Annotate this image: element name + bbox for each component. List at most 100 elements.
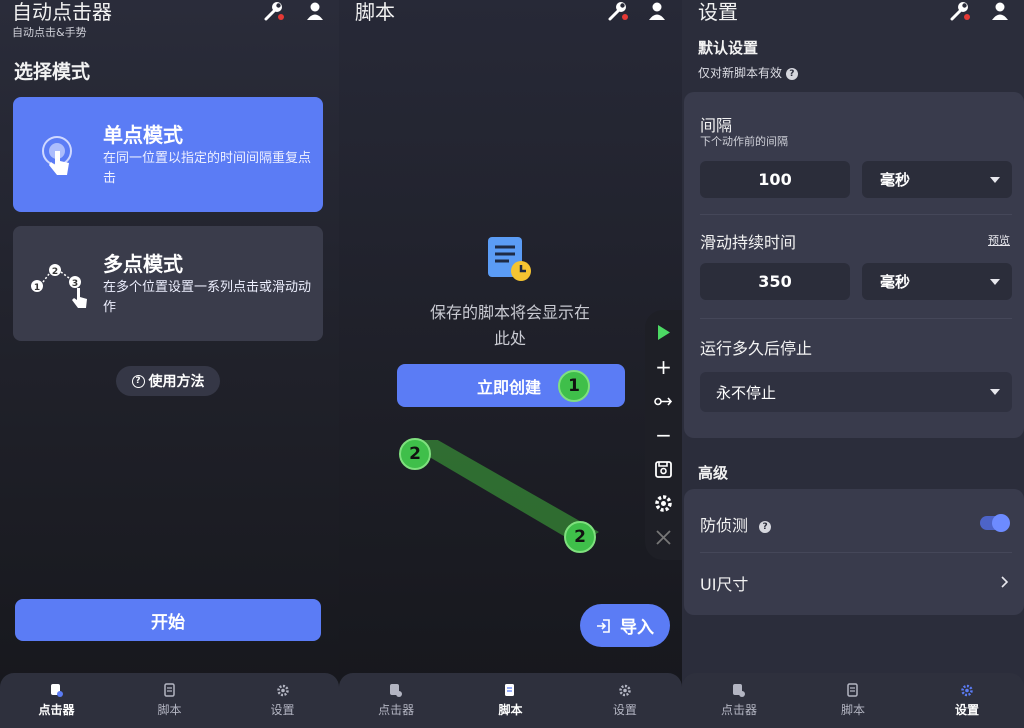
note-text: 仅对新脚本有效 xyxy=(698,66,783,80)
gear-icon xyxy=(961,684,973,697)
ui-size-label[interactable]: UI尺寸 xyxy=(700,571,748,595)
settings-panel: 设置 默认设置 仅对新脚本有效 ? 间隔 下个动作前的间隔 100 毫秒 滑动持… xyxy=(682,0,1024,728)
divider xyxy=(700,214,1012,215)
stop-after-label: 运行多久后停止 xyxy=(700,339,813,358)
import-label: 导入 xyxy=(620,618,654,638)
tab-label: 点击器 xyxy=(38,703,75,717)
single-mode-card[interactable]: 单点模式 在同一位置以指定的时间间隔重复点击 xyxy=(13,97,323,212)
tab-label: 脚本 xyxy=(157,703,182,717)
dropdown-arrow-icon xyxy=(990,279,1000,285)
tab-script[interactable]: 脚本 xyxy=(796,673,910,728)
interval-input[interactable]: 100 xyxy=(700,161,850,198)
swipe-icon[interactable] xyxy=(653,391,674,412)
multi-mode-description: 在多个位置设置一系列点击或滑动动作 xyxy=(103,280,312,315)
app-subtitle: 自动点击&手势 xyxy=(12,26,87,39)
close-icon[interactable] xyxy=(653,527,674,548)
settings-icon[interactable] xyxy=(653,493,674,514)
floating-control-bar: + − xyxy=(645,310,682,560)
swipe-start-marker[interactable]: 2 xyxy=(399,438,431,470)
tab-script[interactable]: 脚本 xyxy=(453,673,567,728)
tools-icon[interactable] xyxy=(949,0,971,22)
anti-detect-toggle[interactable] xyxy=(980,514,1010,532)
stop-value: 永不停止 xyxy=(716,383,777,402)
clicker-icon xyxy=(50,684,63,697)
start-button[interactable]: 开始 xyxy=(15,599,321,641)
play-icon[interactable] xyxy=(653,322,674,343)
preview-link[interactable]: 预览 xyxy=(988,232,1010,248)
single-mode-title: 单点模式 xyxy=(103,123,183,147)
account-icon[interactable] xyxy=(989,0,1011,22)
single-tap-icon xyxy=(42,136,72,175)
import-button[interactable]: 导入 xyxy=(580,604,670,647)
script-document-icon xyxy=(488,237,531,281)
clicker-panel: 自动点击器 自动点击&手势 选择模式 单点模式 在同一位置以指定的时间间隔重复点… xyxy=(0,0,339,728)
tab-clicker[interactable]: 点击器 xyxy=(682,673,796,728)
tab-clicker[interactable]: 点击器 xyxy=(0,673,113,728)
tools-icon[interactable] xyxy=(263,0,285,22)
svg-text:3: 3 xyxy=(72,279,78,289)
default-settings-card: 间隔 下个动作前的间隔 100 毫秒 滑动持续时间 预览 350 毫秒 运行多久… xyxy=(684,92,1024,438)
create-now-button[interactable]: 立即创建 xyxy=(397,364,625,407)
tab-label: 点击器 xyxy=(378,703,415,717)
tap-marker[interactable]: 1 xyxy=(558,370,590,402)
anti-detect-label: 防侦测 xyxy=(700,516,749,535)
add-icon[interactable]: + xyxy=(653,357,674,378)
script-icon xyxy=(847,683,858,697)
bottom-tab-bar: 点击器 脚本 设置 xyxy=(0,673,339,728)
swipe-duration-input[interactable]: 350 xyxy=(700,263,850,300)
top-bar: 自动点击器 自动点击&手势 xyxy=(0,0,339,44)
clicker-icon xyxy=(733,684,745,697)
tab-script[interactable]: 脚本 xyxy=(113,673,226,728)
multi-mode-title: 多点模式 xyxy=(103,252,183,276)
gear-icon xyxy=(276,684,289,697)
remove-icon[interactable]: − xyxy=(653,425,674,446)
tab-clicker[interactable]: 点击器 xyxy=(339,673,453,728)
dropdown-arrow-icon xyxy=(990,177,1000,183)
script-panel: 脚本 保存的脚本将会显示在此处 立即创建 1 2 2 + − 导入 点击器 脚本… xyxy=(339,0,682,728)
account-icon[interactable] xyxy=(304,0,326,22)
help-label: 使用方法 xyxy=(148,374,205,390)
interval-unit-select[interactable]: 毫秒 xyxy=(862,161,1012,198)
tab-label: 脚本 xyxy=(498,703,523,717)
tab-label: 点击器 xyxy=(720,703,757,717)
multi-tap-icon: 1 2 3 xyxy=(31,264,87,308)
help-button[interactable]: ? 使用方法 xyxy=(116,366,220,396)
stop-after-select[interactable]: 永不停止 xyxy=(700,372,1012,412)
multi-mode-card[interactable]: 1 2 3 多点模式 在多个位置设置一系列点击或滑动动作 xyxy=(13,226,323,341)
unit-value: 毫秒 xyxy=(880,171,911,189)
divider xyxy=(700,318,1012,319)
tab-settings[interactable]: 设置 xyxy=(568,673,682,728)
interval-sublabel: 下个动作前的间隔 xyxy=(700,135,788,148)
tools-icon[interactable] xyxy=(607,0,629,22)
swipe-duration-label: 滑动持续时间 xyxy=(700,233,797,252)
unit-value: 毫秒 xyxy=(880,273,911,291)
page-title: 脚本 xyxy=(355,0,395,24)
tab-settings[interactable]: 设置 xyxy=(910,673,1024,728)
script-icon xyxy=(163,683,175,697)
tab-label: 脚本 xyxy=(840,703,865,717)
info-icon[interactable]: ? xyxy=(785,67,798,80)
advanced-settings-card: 防侦测 ? UI尺寸 xyxy=(684,489,1024,615)
info-icon[interactable]: ? xyxy=(759,520,772,533)
app-title: 自动点击器 xyxy=(12,0,112,24)
tab-settings[interactable]: 设置 xyxy=(226,673,339,728)
anti-detect-row: 防侦测 ? xyxy=(700,512,772,536)
toggle-knob xyxy=(992,514,1010,532)
account-icon[interactable] xyxy=(646,0,668,22)
svg-text:1: 1 xyxy=(34,283,40,293)
import-icon xyxy=(597,618,610,633)
advanced-header: 高级 xyxy=(698,464,729,482)
dropdown-arrow-icon xyxy=(990,389,1000,395)
svg-text:2: 2 xyxy=(52,267,58,277)
default-settings-header: 默认设置 xyxy=(698,39,759,57)
question-icon: ? xyxy=(131,374,145,388)
section-title: 选择模式 xyxy=(14,61,91,83)
chevron-right-icon xyxy=(1001,576,1009,588)
tab-label: 设置 xyxy=(270,703,295,717)
default-settings-note: 仅对新脚本有效 ? xyxy=(698,64,798,81)
save-icon[interactable] xyxy=(653,459,674,480)
swipe-unit-select[interactable]: 毫秒 xyxy=(862,263,1012,300)
bottom-tab-bar: 点击器 脚本 设置 xyxy=(682,673,1024,728)
gear-icon xyxy=(619,684,631,697)
swipe-end-marker[interactable]: 2 xyxy=(564,521,596,553)
